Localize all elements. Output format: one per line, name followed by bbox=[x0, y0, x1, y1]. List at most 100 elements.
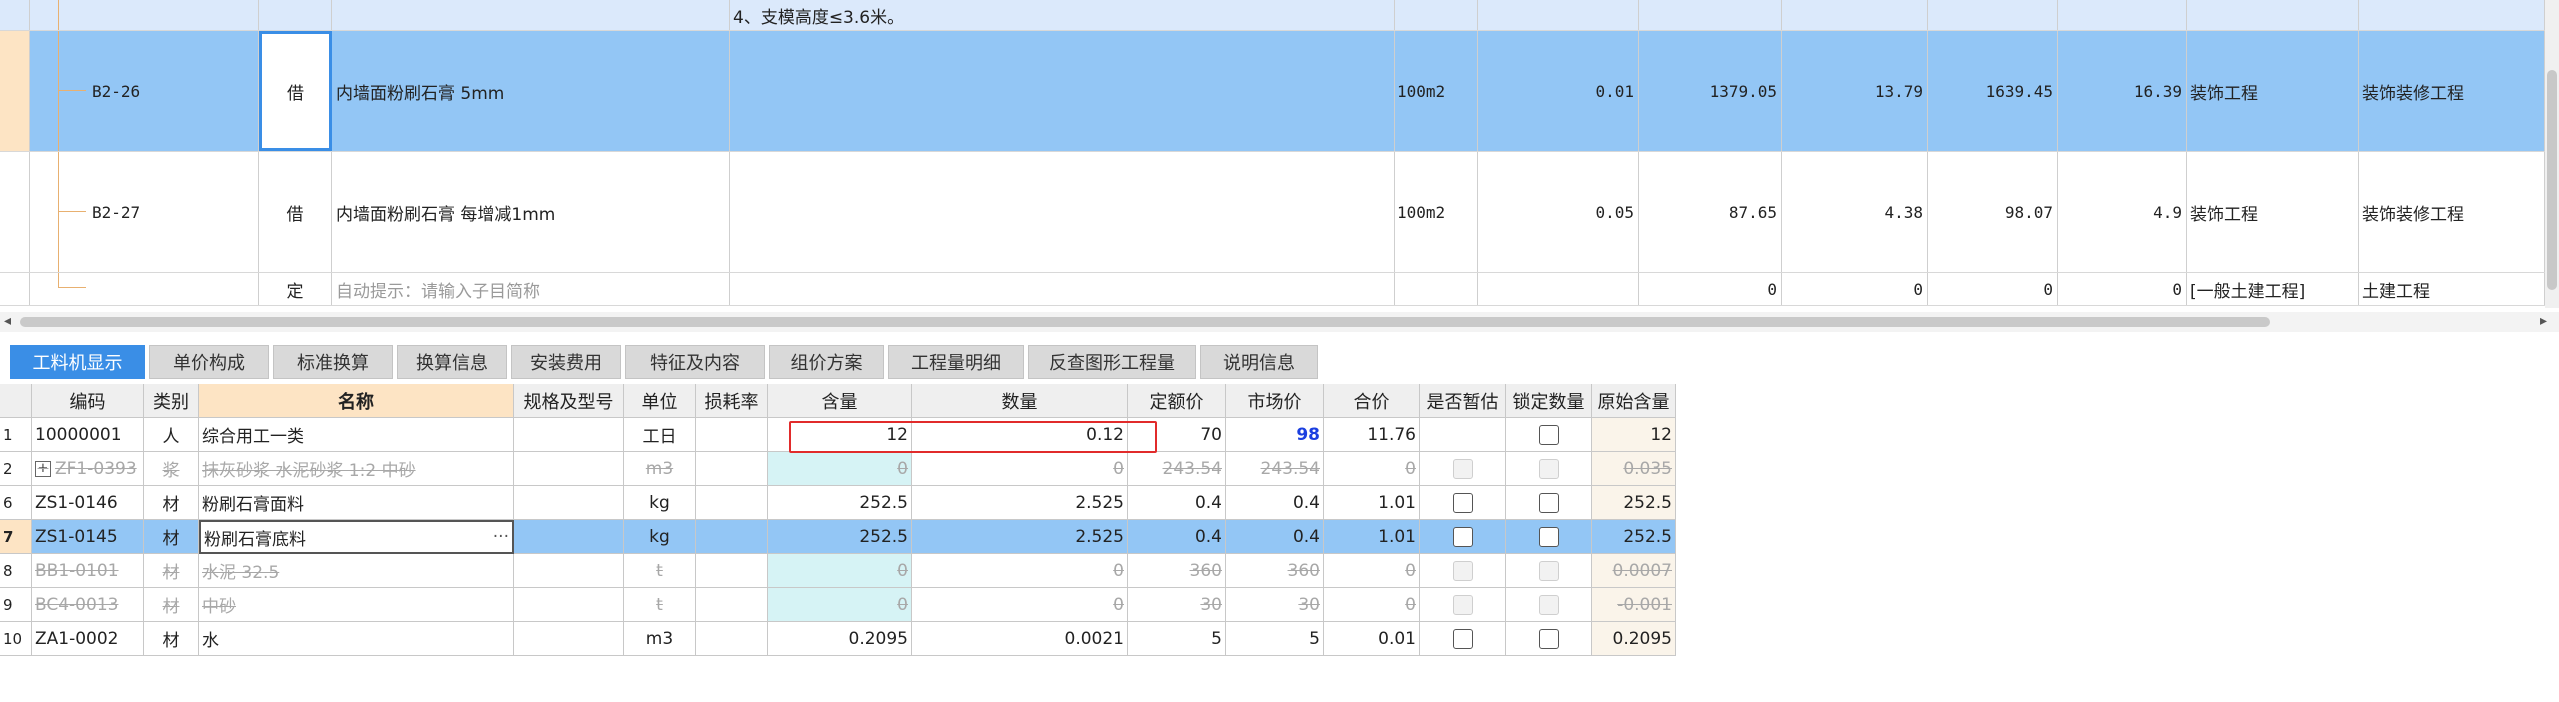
item-total2[interactable]: 4.9 bbox=[2058, 152, 2187, 272]
item-price2[interactable]: 1639.45 bbox=[1928, 31, 2058, 151]
cell-spec[interactable] bbox=[514, 554, 624, 588]
cell-code[interactable]: BB1-0101 bbox=[32, 554, 144, 588]
tab-labor-material[interactable]: 工料机显示 bbox=[10, 345, 145, 379]
cell-type[interactable]: 材 bbox=[144, 486, 199, 520]
item-price[interactable]: 87.65 bbox=[1639, 152, 1782, 272]
cell-name[interactable]: 粉刷石膏面料 bbox=[199, 486, 514, 520]
cell-lock-qty[interactable] bbox=[1506, 622, 1592, 656]
item-unit[interactable]: 100m2 bbox=[1395, 31, 1478, 151]
tab-standard-conversion[interactable]: 标准换算 bbox=[273, 345, 393, 379]
tab-quantity-detail[interactable]: 工程量明细 bbox=[888, 345, 1024, 379]
cell-loss[interactable] bbox=[696, 554, 768, 588]
cell-name[interactable]: 水 bbox=[199, 622, 514, 656]
cell-name[interactable]: 水泥 32.5 bbox=[199, 554, 514, 588]
cell-provisional[interactable] bbox=[1420, 622, 1506, 656]
cell-market-price[interactable]: 0.4 bbox=[1226, 486, 1324, 520]
cell-provisional[interactable] bbox=[1420, 554, 1506, 588]
item-category[interactable]: 装饰工程 bbox=[2187, 31, 2359, 151]
cell-loss[interactable] bbox=[696, 486, 768, 520]
cell-base-price[interactable]: 360 bbox=[1128, 554, 1226, 588]
vertical-scrollbar-thumb[interactable] bbox=[2547, 70, 2557, 290]
table-row[interactable]: B2-26 借 内墙面粉刷石膏 5mm 100m2 0.01 1379.05 1… bbox=[0, 31, 2545, 152]
cell-content[interactable]: 0 bbox=[768, 588, 912, 622]
table-row[interactable]: 2 + ZF1-0393 浆 抹灰砂浆 水泥砂浆 1:2 中砂 m3 0 0 24… bbox=[0, 452, 1676, 486]
cell-quantity[interactable]: 0 bbox=[912, 554, 1128, 588]
cell-spec[interactable] bbox=[514, 588, 624, 622]
item-total2[interactable]: 16.39 bbox=[2058, 31, 2187, 151]
col-base-price[interactable]: 定额价 bbox=[1128, 384, 1226, 418]
row-header[interactable] bbox=[0, 273, 30, 305]
item-major[interactable]: 装饰装修工程 bbox=[2359, 31, 2545, 151]
cell-market-price[interactable]: 243.54 bbox=[1226, 452, 1324, 486]
cell-code[interactable]: ZS1-0146 bbox=[32, 486, 144, 520]
item-qty[interactable]: 0.01 bbox=[1478, 31, 1639, 151]
tab-install-fee[interactable]: 安装费用 bbox=[511, 345, 621, 379]
cell-unit[interactable]: m3 bbox=[624, 452, 696, 486]
cell-type[interactable]: 人 bbox=[144, 418, 199, 452]
col-loss[interactable]: 损耗率 bbox=[696, 384, 768, 418]
tab-graphic-quantity[interactable]: 反查图形工程量 bbox=[1028, 345, 1196, 379]
cell-content[interactable]: 252.5 bbox=[768, 520, 912, 554]
cell-type[interactable]: 材 bbox=[144, 520, 199, 554]
cell-spec[interactable] bbox=[514, 520, 624, 554]
cell-unit[interactable]: kg bbox=[624, 520, 696, 554]
tab-unit-price[interactable]: 单价构成 bbox=[149, 345, 269, 379]
col-provisional[interactable]: 是否暂估 bbox=[1420, 384, 1506, 418]
cell-sum[interactable]: 0 bbox=[1324, 554, 1420, 588]
item-category[interactable]: [一般土建工程] bbox=[2187, 273, 2359, 305]
cell-name[interactable]: 综合用工一类 bbox=[199, 418, 514, 452]
provisional-checkbox[interactable] bbox=[1452, 492, 1473, 513]
item-qty[interactable]: 0.05 bbox=[1478, 152, 1639, 272]
cell-lock-qty[interactable] bbox=[1506, 452, 1592, 486]
cell-type[interactable]: 材 bbox=[144, 554, 199, 588]
tab-features[interactable]: 特征及内容 bbox=[625, 345, 765, 379]
item-qty[interactable] bbox=[1478, 273, 1639, 305]
cell-loss[interactable] bbox=[696, 622, 768, 656]
table-row[interactable]: 6 ZS1-0146 材 粉刷石膏面料 kg 252.5 2.525 0.4 0… bbox=[0, 486, 1676, 520]
col-market-price[interactable]: 市场价 bbox=[1226, 384, 1324, 418]
cell-code[interactable]: BC4-0013 bbox=[32, 588, 144, 622]
cell-provisional[interactable] bbox=[1420, 588, 1506, 622]
tab-conversion-info[interactable]: 换算信息 bbox=[397, 345, 507, 379]
cell-unit[interactable]: 工日 bbox=[624, 418, 696, 452]
item-kind-cell[interactable]: 定 bbox=[259, 273, 332, 305]
work-content-cell[interactable] bbox=[730, 273, 1395, 305]
cell-lock-qty[interactable] bbox=[1506, 554, 1592, 588]
item-total[interactable]: 4.38 bbox=[1782, 152, 1928, 272]
cell-provisional[interactable] bbox=[1420, 452, 1506, 486]
cell-code[interactable]: + ZF1-0393 bbox=[32, 452, 144, 486]
item-major[interactable]: 装饰装修工程 bbox=[2359, 152, 2545, 272]
scroll-right-icon[interactable]: ▸ bbox=[2540, 313, 2547, 329]
item-total[interactable]: 0 bbox=[1782, 273, 1928, 305]
horizontal-scrollbar-thumb[interactable] bbox=[20, 317, 2270, 327]
col-lock-qty[interactable]: 锁定数量 bbox=[1506, 384, 1592, 418]
col-type[interactable]: 类别 bbox=[144, 384, 199, 418]
col-content[interactable]: 含量 bbox=[768, 384, 912, 418]
cell-name-editing[interactable]: 粉刷石膏底料 ··· bbox=[199, 520, 514, 554]
col-sum[interactable]: 合价 bbox=[1324, 384, 1420, 418]
item-kind-cell[interactable]: 借 bbox=[259, 152, 332, 272]
cell-code[interactable]: 10000001 bbox=[32, 418, 144, 452]
table-row[interactable]: B2-27 借 内墙面粉刷石膏 每增减1mm 100m2 0.05 87.65 … bbox=[0, 152, 2545, 273]
cell-sum[interactable]: 0.01 bbox=[1324, 622, 1420, 656]
cell-code[interactable]: ZS1-0145 bbox=[32, 520, 144, 554]
item-price[interactable]: 0 bbox=[1639, 273, 1782, 305]
cell-quantity[interactable]: 0 bbox=[912, 452, 1128, 486]
cell-market-price[interactable]: 30 bbox=[1226, 588, 1324, 622]
cell-type[interactable]: 材 bbox=[144, 588, 199, 622]
cell-provisional[interactable] bbox=[1420, 418, 1506, 452]
cell-base-price[interactable]: 30 bbox=[1128, 588, 1226, 622]
cell-content[interactable]: 0 bbox=[768, 554, 912, 588]
item-unit[interactable] bbox=[1395, 273, 1478, 305]
item-kind-cell[interactable]: 借 bbox=[259, 31, 332, 151]
table-row-new[interactable]: 定 自动提示：请输入子目简称 0 0 0 0 [一般土建工程] 土建工程 bbox=[0, 273, 2545, 306]
item-total2[interactable]: 0 bbox=[2058, 273, 2187, 305]
cell-market-price[interactable]: 360 bbox=[1226, 554, 1324, 588]
item-total[interactable]: 13.79 bbox=[1782, 31, 1928, 151]
cell-base-price[interactable]: 0.4 bbox=[1128, 486, 1226, 520]
item-name[interactable]: 内墙面粉刷石膏 5mm bbox=[332, 31, 730, 151]
cell-unit[interactable]: kg bbox=[624, 486, 696, 520]
row-header[interactable] bbox=[0, 31, 30, 151]
cell-loss[interactable] bbox=[696, 418, 768, 452]
table-row[interactable]: 9 BC4-0013 材 中砂 t 0 0 30 30 0 -0.001 bbox=[0, 588, 1676, 622]
